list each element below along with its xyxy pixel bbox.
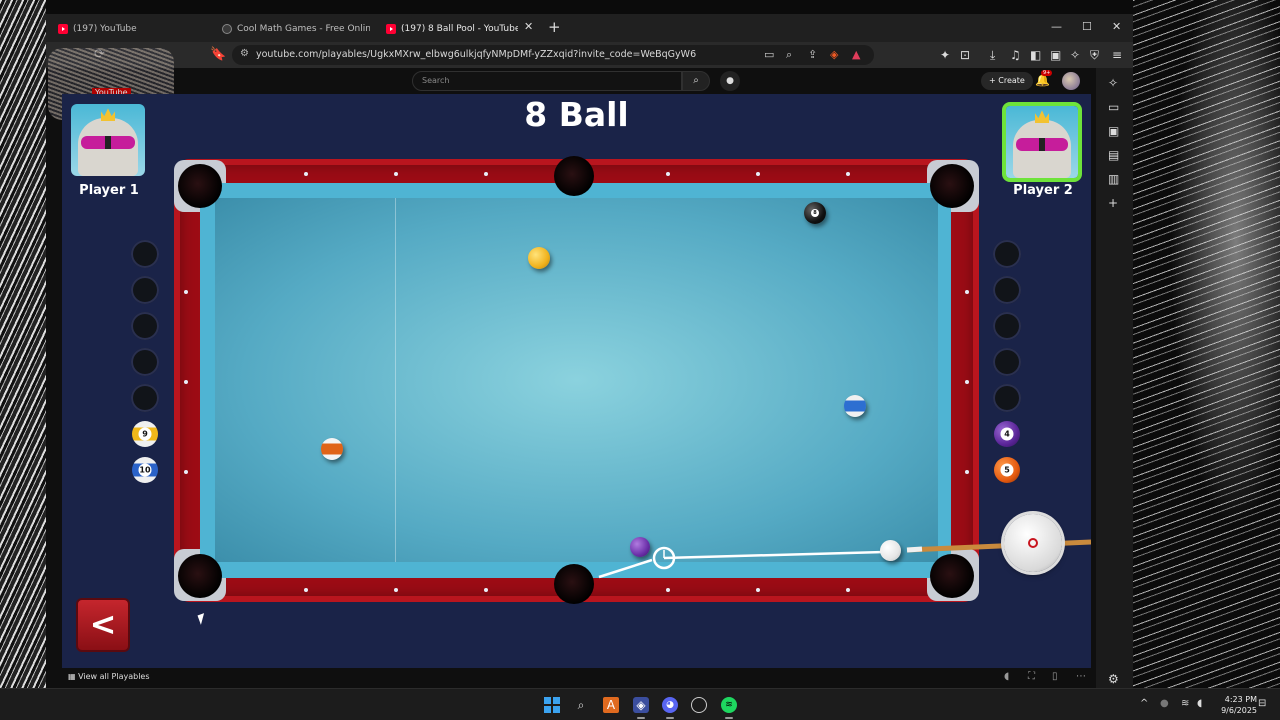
close-tab-icon[interactable]: ✕ xyxy=(524,20,533,33)
bookmark-icon[interactable]: 🔖 xyxy=(210,47,226,62)
site-info-icon[interactable]: ⚙ xyxy=(240,48,249,59)
notification-count-badge: 9+ xyxy=(1041,70,1053,76)
discord-icon[interactable]: ◕ xyxy=(662,697,678,713)
view-all-label: View all Playables xyxy=(78,672,150,681)
leo-sidebar-icon[interactable]: ✧ xyxy=(1108,76,1118,90)
volume-icon[interactable]: ◖ xyxy=(1004,671,1009,682)
share-icon[interactable]: ⇪ xyxy=(808,48,817,61)
sidebar-toggle-icon[interactable]: ◧ xyxy=(1030,48,1041,62)
windows-start-icon[interactable] xyxy=(544,697,560,713)
close-window-icon[interactable]: ✕ xyxy=(1112,20,1121,33)
wifi-icon[interactable]: ≋ xyxy=(1181,698,1189,709)
tab-cool-math-games[interactable]: Cool Math Games - Free Online Games xyxy=(222,17,370,41)
game-canvas[interactable]: 8 Ball Player 1 Player 2 9 10 4 5 8 < xyxy=(62,94,1091,668)
coolmath-favicon-icon xyxy=(222,24,232,34)
menu-icon[interactable]: ≡ xyxy=(1112,48,1122,62)
volume-tray-icon[interactable]: ◖ xyxy=(1197,698,1202,709)
active-app-indicator xyxy=(637,717,645,719)
search-icon[interactable]: ⌕ xyxy=(573,697,589,713)
spotify-icon[interactable]: ≋ xyxy=(721,697,737,713)
wallpaper-scribble-left xyxy=(0,0,46,688)
cast-icon[interactable]: ▭ xyxy=(764,48,774,61)
notifications-icon[interactable]: ⊟ xyxy=(1258,698,1266,709)
browser-side-panel: ✧ ▭ ▣ ▤ ▥ + ⚙ xyxy=(1096,68,1133,688)
create-button[interactable]: + Create xyxy=(981,72,1033,90)
screenshot-icon[interactable]: ⊡ xyxy=(960,48,970,62)
zoom-icon[interactable]: ⌕ xyxy=(786,48,792,62)
wallet-sidebar-icon[interactable]: ▣ xyxy=(1108,124,1119,138)
music-icon[interactable]: ♫ xyxy=(1010,48,1021,62)
tab-strip: (197) YouTube Cool Math Games - Free Onl… xyxy=(46,14,1133,42)
cue-spin-control[interactable] xyxy=(1004,514,1062,572)
youtube-favicon-icon xyxy=(386,24,396,34)
clock-time: 4:23 PM xyxy=(1224,695,1257,704)
aim-overlay xyxy=(598,539,1091,579)
browser-app-icon[interactable]: ◈ xyxy=(633,697,649,713)
aim-line xyxy=(663,550,885,560)
url-bar[interactable]: ⚙ youtube.com/playables/UgkxMXrw_elbwg6u… xyxy=(232,45,874,65)
create-label: Create xyxy=(998,76,1025,85)
sidebar-settings-icon[interactable]: ⚙ xyxy=(1108,672,1119,686)
search-icon[interactable]: ⌕ xyxy=(682,71,710,91)
save-icon[interactable]: ▯ xyxy=(1052,671,1058,682)
chatgpt-icon[interactable] xyxy=(691,697,707,713)
browser-window: (197) YouTube Cool Math Games - Free Onl… xyxy=(46,14,1133,688)
tab-youtube[interactable]: (197) YouTube xyxy=(58,17,208,41)
bookmarks-sidebar-icon[interactable]: ▤ xyxy=(1108,148,1119,162)
running-app-indicator xyxy=(725,717,733,719)
add-sidebar-icon[interactable]: + xyxy=(1108,196,1118,210)
youtube-page: YouTube Search ⌕ ● + Create 🔔 9+ 8 Ball P… xyxy=(46,48,1096,688)
fullscreen-icon[interactable]: ⛶ xyxy=(1028,671,1035,682)
clock-date: 9/6/2025 xyxy=(1221,706,1257,715)
reading-list-sidebar-icon[interactable]: ▥ xyxy=(1108,172,1119,186)
search-placeholder: Search xyxy=(422,76,450,85)
microphone-icon[interactable]: ● xyxy=(720,71,740,91)
wallet-icon[interactable]: ▣ xyxy=(1050,48,1061,62)
tab-label: Cool Math Games - Free Online Games xyxy=(237,24,370,34)
adobe-illustrator-icon[interactable]: A xyxy=(603,697,619,713)
url-text: youtube.com/playables/UgkxMXrw_elbwg6ulk… xyxy=(256,49,697,60)
cue-ball[interactable] xyxy=(880,540,901,561)
tab-label: (197) YouTube xyxy=(73,24,137,34)
system-clock[interactable]: 4:23 PM 9/6/2025 xyxy=(1213,694,1257,716)
wallpaper-scribble-right xyxy=(1133,0,1280,688)
notifications-bell-icon[interactable]: 🔔 9+ xyxy=(1035,70,1053,87)
brave-shield-icon[interactable]: ◈ xyxy=(830,48,838,61)
new-tab-icon[interactable]: + xyxy=(548,18,561,36)
account-avatar[interactable] xyxy=(1062,72,1080,90)
tab-label: (197) 8 Ball Pool - YouTube xyxy=(401,24,518,34)
youtube-favicon-icon xyxy=(58,24,68,34)
address-bar-row: ⟳ 🔖 ⚙ youtube.com/playables/UgkxMXrw_elb… xyxy=(46,42,1133,68)
back-button[interactable]: < xyxy=(76,598,130,652)
aim-deflection-line xyxy=(598,558,653,579)
search-input[interactable]: Search xyxy=(412,71,682,91)
cue-stick[interactable] xyxy=(906,539,1091,553)
brave-rewards-icon[interactable]: ▲ xyxy=(852,48,860,61)
tab-8-ball-pool[interactable]: (197) 8 Ball Pool - YouTube xyxy=(386,17,518,41)
playables-footer: ▦ View all Playables ◖ ⛶ ▯ ⋯ xyxy=(46,668,1096,688)
microphone-tray-icon[interactable]: ● xyxy=(1160,698,1169,709)
maximize-icon[interactable]: ☐ xyxy=(1082,20,1092,33)
minimize-icon[interactable]: — xyxy=(1051,20,1062,33)
spin-target-icon xyxy=(1028,538,1038,548)
extensions-icon[interactable]: ✦ xyxy=(940,48,950,62)
running-app-indicator xyxy=(666,717,674,719)
show-hidden-icons-icon[interactable]: ^ xyxy=(1140,698,1148,709)
video-sidebar-icon[interactable]: ▭ xyxy=(1108,100,1119,114)
taskbar: ⌕ A ◈ ◕ ≋ ^ ● ≋ ◖ 4:23 PM 9/6/2025 ⊟ xyxy=(0,688,1280,720)
download-icon[interactable]: ⤓ xyxy=(990,48,995,63)
view-all-playables-link[interactable]: ▦ View all Playables xyxy=(68,672,150,681)
more-options-icon[interactable]: ⋯ xyxy=(1076,671,1086,682)
vpn-icon[interactable]: ⛨ xyxy=(1090,48,1099,63)
leo-ai-icon[interactable]: ✧ xyxy=(1070,48,1080,62)
